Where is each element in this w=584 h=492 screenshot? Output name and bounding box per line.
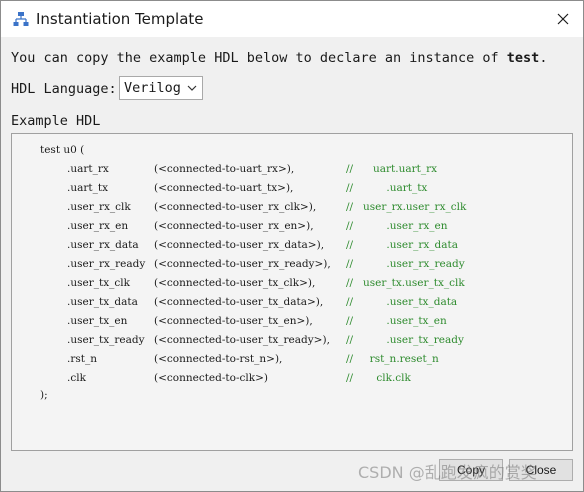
port-connection: (<connected-to-clk>)	[154, 372, 269, 384]
port-connection: (<connected-to-user_rx_clk>),	[154, 201, 317, 213]
port-connection: (<connected-to-user_tx_data>),	[154, 296, 324, 308]
port-connection: (<connected-to-user_rx_ready>),	[154, 258, 331, 270]
intro-prefix: You can copy the example HDL below to de…	[11, 50, 507, 66]
comment-marker: //	[346, 201, 354, 213]
close-icon	[557, 13, 569, 25]
port-connection: (<connected-to-user_tx_en>),	[154, 315, 313, 327]
code-line: .rst_n (<connected-to-rst_n>), // rst_n.re…	[12, 352, 552, 367]
port-comment: user_tx.user_tx_clk	[363, 277, 465, 289]
port-name: .user_rx_en	[67, 220, 129, 232]
code-line: .user_rx_ready (<connected-to-user_rx_rea…	[12, 257, 552, 272]
port-connection: (<connected-to-user_rx_en>),	[154, 220, 314, 232]
example-hdl-label: Example HDL	[11, 113, 101, 129]
code-header: test u0 (	[40, 144, 85, 156]
comment-marker: //	[346, 258, 354, 270]
port-comment: .user_rx_ready	[363, 258, 465, 270]
close-window-button[interactable]	[547, 3, 579, 35]
hdl-language-select[interactable]: Verilog	[119, 76, 203, 100]
code-line: .user_tx_ready (<connected-to-user_tx_rea…	[12, 333, 552, 348]
port-name: .clk	[67, 372, 86, 384]
comment-marker: //	[346, 315, 354, 327]
hdl-language-value: Verilog	[124, 80, 181, 96]
chevron-down-icon	[187, 85, 197, 91]
close-button[interactable]: Close	[509, 459, 573, 481]
code-line: .user_tx_data (<connected-to-user_tx_data…	[12, 295, 552, 310]
port-name: .user_rx_data	[67, 239, 139, 251]
comment-marker: //	[346, 372, 354, 384]
window-title: Instantiation Template	[36, 10, 204, 28]
comment-marker: //	[346, 296, 354, 308]
instantiation-template-dialog: Instantiation Template You can copy the …	[0, 0, 584, 492]
port-connection: (<connected-to-rst_n>),	[154, 353, 283, 365]
hdl-language-label: HDL Language:	[11, 81, 117, 97]
code-line: .user_tx_clk (<connected-to-user_tx_clk>)…	[12, 276, 552, 291]
code-line: .user_rx_data (<connected-to-user_rx_data…	[12, 238, 552, 253]
port-connection: (<connected-to-user_tx_ready>),	[154, 334, 330, 346]
code-line: .user_rx_clk (<connected-to-user_rx_clk>)…	[12, 200, 552, 215]
port-comment: .user_rx_data	[363, 239, 458, 251]
comment-marker: //	[346, 239, 354, 251]
code-line: .user_rx_en (<connected-to-user_rx_en>), /…	[12, 219, 552, 234]
hierarchy-icon	[13, 12, 29, 26]
comment-marker: //	[346, 182, 354, 194]
port-name: .user_rx_clk	[67, 201, 131, 213]
port-comment: .user_tx_data	[363, 296, 458, 308]
port-name: .user_rx_ready	[67, 258, 146, 270]
intro-text: You can copy the example HDL below to de…	[11, 50, 547, 66]
code-line: .user_tx_en (<connected-to-user_tx_en>), /…	[12, 314, 552, 329]
port-connection: (<connected-to-user_rx_data>),	[154, 239, 325, 251]
code-line: .clk (<connected-to-clk>) // clk.clk	[12, 371, 552, 386]
port-name: .user_tx_ready	[67, 334, 145, 346]
port-name: .user_tx_en	[67, 315, 128, 327]
port-comment: clk.clk	[363, 372, 411, 384]
port-name: .user_tx_clk	[67, 277, 130, 289]
port-connection: (<connected-to-uart_tx>),	[154, 182, 294, 194]
comment-marker: //	[346, 163, 354, 175]
port-name: .rst_n	[67, 353, 97, 365]
comment-marker: //	[346, 220, 354, 232]
port-connection: (<connected-to-uart_rx>),	[154, 163, 295, 175]
code-line: .uart_rx (<connected-to-uart_rx>), // uart…	[12, 162, 552, 177]
port-connection: (<connected-to-user_tx_clk>),	[154, 277, 316, 289]
copy-button[interactable]: Copy	[439, 459, 503, 481]
port-comment: .uart_tx	[363, 182, 428, 194]
intro-suffix: .	[539, 50, 548, 66]
module-name: test	[506, 50, 540, 66]
code-line: .uart_tx (<connected-to-uart_tx>), // .uar…	[12, 181, 552, 196]
example-hdl-code[interactable]: test u0 ( .uart_rx (<connected-to-uart_rx…	[11, 133, 573, 451]
port-comment: rst_n.reset_n	[363, 353, 439, 365]
port-name: .uart_rx	[67, 163, 109, 175]
title-bar[interactable]: Instantiation Template	[1, 1, 583, 37]
comment-marker: //	[346, 353, 354, 365]
port-comment: .user_tx_en	[363, 315, 447, 327]
port-comment: .user_tx_ready	[363, 334, 464, 346]
comment-marker: //	[346, 334, 354, 346]
port-name: .uart_tx	[67, 182, 108, 194]
port-comment: .user_rx_en	[363, 220, 448, 232]
port-comment: user_rx.user_rx_clk	[363, 201, 467, 213]
code-footer: );	[40, 389, 48, 401]
comment-marker: //	[346, 277, 354, 289]
port-name: .user_tx_data	[67, 296, 138, 308]
port-comment: uart.uart_rx	[363, 163, 438, 175]
